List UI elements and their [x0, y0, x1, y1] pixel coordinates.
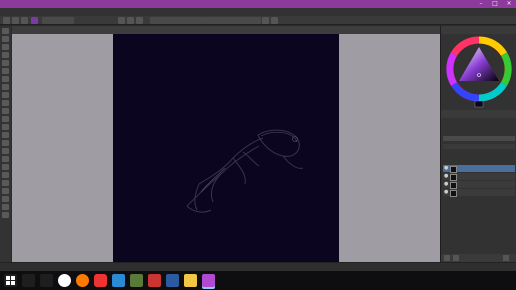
blend-mode-select[interactable] — [42, 17, 74, 24]
menu-bar — [0, 8, 516, 16]
tool-assistant-icon[interactable] — [2, 156, 9, 162]
opacity-slider[interactable] — [150, 17, 206, 24]
tool-gradient-icon[interactable] — [2, 124, 9, 130]
open-document-icon[interactable] — [12, 17, 19, 24]
layer-thumbnail — [450, 190, 457, 197]
tool-magic-wand-icon[interactable] — [2, 196, 9, 202]
tool-line-icon[interactable] — [2, 60, 9, 66]
tool-measure-icon[interactable] — [2, 164, 9, 170]
save-document-icon[interactable] — [21, 17, 28, 24]
current-color-swatch — [474, 100, 484, 108]
layer-thumbnail — [450, 166, 457, 173]
tool-pan-icon[interactable] — [2, 212, 9, 218]
tool-polygon-icon[interactable] — [2, 84, 9, 90]
app-icon-red-2[interactable] — [148, 274, 161, 287]
tool-text-icon[interactable] — [2, 44, 9, 50]
mirror-vertical-icon[interactable] — [271, 17, 278, 24]
reload-preset-icon[interactable] — [136, 17, 143, 24]
eraser-mode-icon[interactable] — [118, 17, 125, 24]
drawing-canvas[interactable] — [113, 34, 339, 262]
tool-brush-icon[interactable] — [2, 52, 9, 58]
watermark-text — [307, 246, 516, 270]
eye-icon[interactable]: ● — [444, 190, 448, 195]
sketch-drawing — [186, 129, 304, 213]
taskbar — [0, 271, 516, 290]
brush-preset-icon[interactable] — [31, 17, 38, 24]
eye-icon[interactable]: ● — [444, 174, 448, 179]
layer-thumbnail — [450, 182, 457, 189]
tool-transform-icon[interactable] — [2, 36, 9, 42]
new-document-icon[interactable] — [3, 17, 10, 24]
maximize-icon[interactable]: □ — [488, 0, 502, 8]
tool-ellipse-icon[interactable] — [2, 76, 9, 82]
tool-move-icon[interactable] — [2, 148, 9, 154]
toolbox — [0, 26, 11, 262]
file-explorer-icon[interactable] — [184, 274, 197, 287]
layer-opacity-slider[interactable] — [443, 136, 515, 141]
layer-row[interactable]: ● — [443, 181, 515, 189]
tool-zoom-icon[interactable] — [2, 204, 9, 210]
brush-panel-tabs — [441, 110, 516, 118]
tool-bezier-icon[interactable] — [2, 100, 9, 106]
close-icon[interactable]: × — [502, 0, 516, 8]
mirror-horizontal-icon[interactable] — [262, 17, 269, 24]
tool-lasso-icon[interactable] — [2, 188, 9, 194]
color-panel-tabs — [441, 26, 516, 34]
tool-ellipse-select-icon[interactable] — [2, 180, 9, 186]
tool-rectangle-icon[interactable] — [2, 68, 9, 74]
app-icon-green[interactable] — [130, 274, 143, 287]
preserve-alpha-icon[interactable] — [127, 17, 134, 24]
layer-row[interactable]: ● — [443, 189, 515, 197]
app-icon-red[interactable] — [94, 274, 107, 287]
krita-icon[interactable] — [202, 274, 215, 287]
tool-freehand-path-icon[interactable] — [2, 108, 9, 114]
document-tab[interactable] — [12, 26, 440, 34]
tool-polyline-icon[interactable] — [2, 92, 9, 98]
windows-start-icon[interactable] — [4, 274, 17, 287]
app-icon-blue[interactable] — [112, 274, 125, 287]
tool-crop-icon[interactable] — [2, 140, 9, 146]
firefox-icon[interactable] — [76, 274, 89, 287]
eye-icon[interactable]: ● — [444, 182, 448, 187]
task-view-icon[interactable] — [40, 274, 53, 287]
app-icon-blue-2[interactable] — [166, 274, 179, 287]
search-icon[interactable] — [22, 274, 35, 287]
tool-rect-select-icon[interactable] — [2, 172, 9, 178]
layer-row[interactable]: ● — [443, 173, 515, 181]
right-dock: ● ● ● ● — [440, 26, 516, 262]
layer-blend-select[interactable] — [443, 144, 515, 149]
toolbar — [0, 16, 516, 25]
yandex-browser-icon[interactable] — [58, 274, 71, 287]
tool-select-icon[interactable] — [2, 28, 9, 34]
color-wheel[interactable] — [445, 35, 513, 109]
eye-icon[interactable]: ● — [444, 166, 448, 171]
title-bar: – □ × — [0, 0, 516, 8]
brush-size-slider[interactable] — [205, 17, 261, 24]
tool-fill-icon[interactable] — [2, 116, 9, 122]
layer-row[interactable]: ● — [443, 165, 515, 173]
layer-thumbnail — [450, 174, 457, 181]
tool-colorpicker-icon[interactable] — [2, 132, 9, 138]
minimize-icon[interactable]: – — [474, 0, 488, 8]
